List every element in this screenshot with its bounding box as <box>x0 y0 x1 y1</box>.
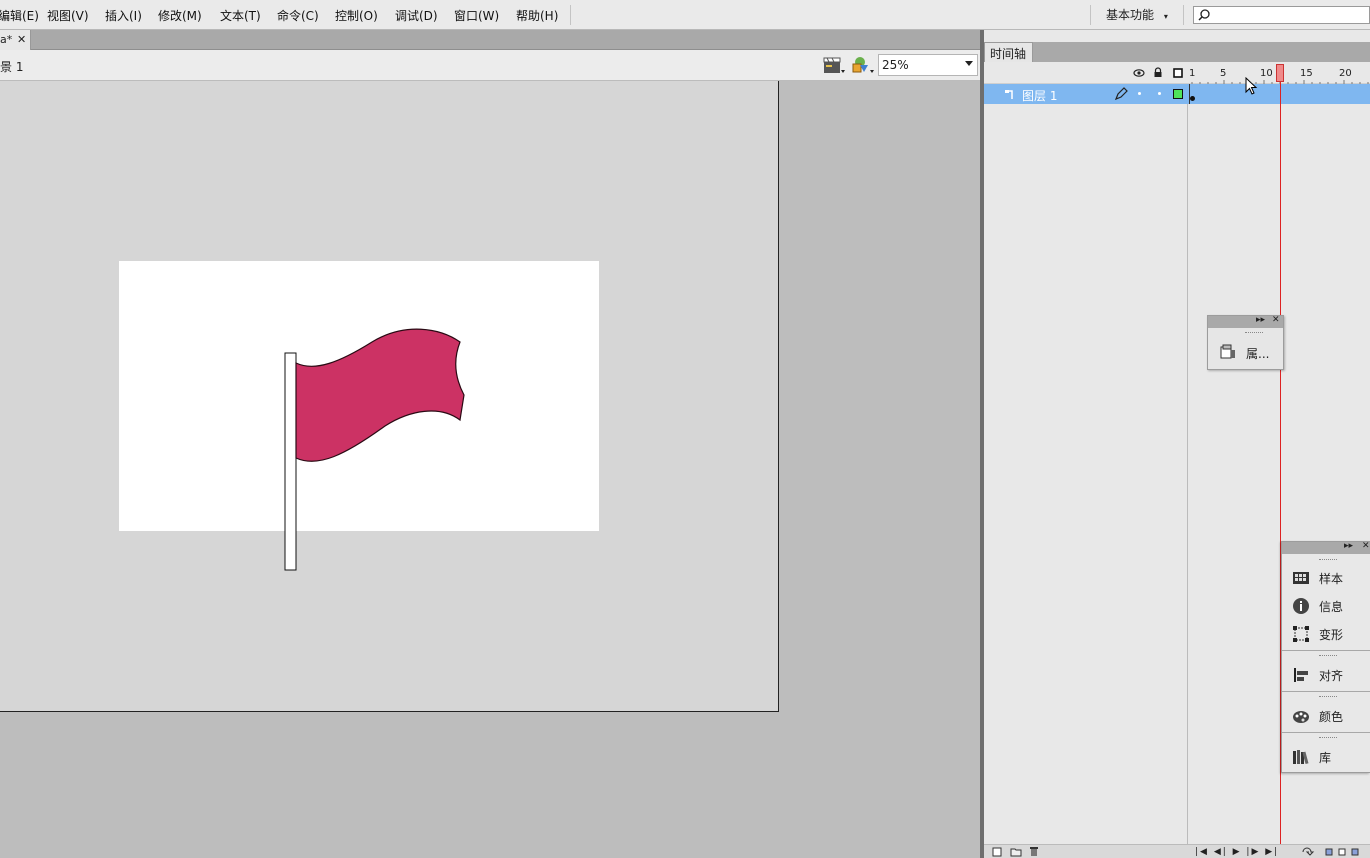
frame-number: 5 <box>1220 68 1227 79</box>
pencil-icon <box>1114 87 1128 101</box>
timeline-footer: |◀ ◀| ▶ |▶ ▶| <box>984 844 1370 858</box>
search-input[interactable] <box>1193 6 1370 24</box>
tab-timeline[interactable]: 时间轴 <box>984 42 1033 62</box>
dock-item-label: 库 <box>1319 751 1332 765</box>
onion-skin-icon[interactable] <box>1324 847 1368 857</box>
loop-icon[interactable] <box>1302 847 1316 857</box>
dock-item-transform[interactable]: 变形 <box>1282 621 1370 647</box>
expand-icon[interactable]: ▸▸ <box>1256 315 1265 325</box>
panel-header[interactable]: ▸▸ ✕ <box>1208 315 1283 328</box>
transform-icon <box>1293 626 1309 642</box>
dock-item-label: 变形 <box>1319 628 1344 642</box>
close-icon[interactable]: ✕ <box>1362 541 1370 551</box>
flag-pole[interactable] <box>284 352 297 571</box>
dock-separator <box>1282 691 1370 692</box>
new-layer-icon[interactable] <box>992 847 1003 857</box>
dock-item-align[interactable]: 对齐 <box>1282 662 1370 688</box>
dock-item-library[interactable]: 库 <box>1282 744 1370 770</box>
keyframe-dot[interactable] <box>1190 96 1195 101</box>
layer-icon <box>1005 90 1013 99</box>
panel-grip[interactable] <box>1245 332 1263 334</box>
flag-cloth[interactable] <box>295 328 465 462</box>
menu-separator <box>1090 5 1091 25</box>
frame-number: 10 <box>1260 68 1273 79</box>
new-folder-icon[interactable] <box>1010 847 1022 857</box>
dock-item-label: 信息 <box>1319 600 1344 614</box>
lock-dot[interactable] <box>1158 92 1161 95</box>
properties-label[interactable]: 属... <box>1246 345 1269 362</box>
frame-number: 1 <box>1189 68 1196 79</box>
dock-item-label: 样本 <box>1319 572 1344 586</box>
color-palette-icon <box>1293 711 1309 723</box>
playback-controls[interactable]: |◀ ◀| ▶ |▶ ▶| <box>1195 847 1279 857</box>
lock-icon[interactable] <box>1153 67 1163 78</box>
dock-header[interactable]: ▸▸ ✕ <box>1282 541 1370 554</box>
layer-outline-color[interactable] <box>1173 89 1183 99</box>
dock-item-label: 颜色 <box>1319 710 1344 724</box>
dock-item-info[interactable]: 信息 <box>1282 593 1370 619</box>
properties-mini-panel: ▸▸ ✕ 属... <box>1207 315 1284 370</box>
close-icon[interactable]: ✕ <box>1272 315 1280 325</box>
align-icon <box>1294 668 1308 682</box>
workspace-label: 基本功能 <box>1106 8 1155 22</box>
menu-separator <box>1183 5 1184 25</box>
frame-border <box>1189 84 1190 104</box>
visibility-dot[interactable] <box>1138 92 1141 95</box>
stage-artwork <box>284 328 465 571</box>
layer-name: 图层 1 <box>1022 89 1058 103</box>
dock-item-swatches[interactable]: 样本 <box>1282 565 1370 591</box>
workspace-switcher[interactable]: 基本功能 ▾ <box>1106 6 1168 23</box>
playhead[interactable] <box>1276 64 1284 82</box>
properties-icon[interactable] <box>1219 344 1237 360</box>
swatches-icon <box>1293 572 1309 584</box>
expand-icon[interactable]: ▸▸ <box>1344 541 1353 551</box>
search-icon <box>1198 9 1210 21</box>
collapsed-panel-dock: ▸▸ ✕ 样本 信息 变形 对齐 颜色 库 <box>1281 541 1370 773</box>
dock-separator <box>1282 650 1370 651</box>
layers-list <box>984 104 1188 844</box>
frame-number: 20 <box>1339 68 1352 79</box>
mouse-cursor-icon <box>1245 77 1258 95</box>
chevron-down-icon: ▾ <box>1163 12 1168 21</box>
panel-grip[interactable] <box>1319 696 1337 698</box>
library-icon <box>1293 750 1309 765</box>
timeline-tab-label: 时间轴 <box>990 47 1027 61</box>
panel-grip[interactable] <box>1319 737 1337 739</box>
eye-icon[interactable] <box>1133 68 1145 78</box>
outline-icon[interactable] <box>1173 68 1183 78</box>
timeline-tab-bar: 时间轴 <box>984 42 1370 62</box>
trash-icon[interactable] <box>1029 846 1039 857</box>
panel-grip[interactable] <box>1319 655 1337 657</box>
frame-number: 15 <box>1300 68 1313 79</box>
dock-item-color[interactable]: 颜色 <box>1282 703 1370 729</box>
layer-row[interactable]: 图层 1 <box>984 84 1370 104</box>
panel-grip[interactable] <box>1319 559 1337 561</box>
dock-item-label: 对齐 <box>1319 669 1344 683</box>
info-icon <box>1293 598 1309 614</box>
dock-separator <box>1282 732 1370 733</box>
